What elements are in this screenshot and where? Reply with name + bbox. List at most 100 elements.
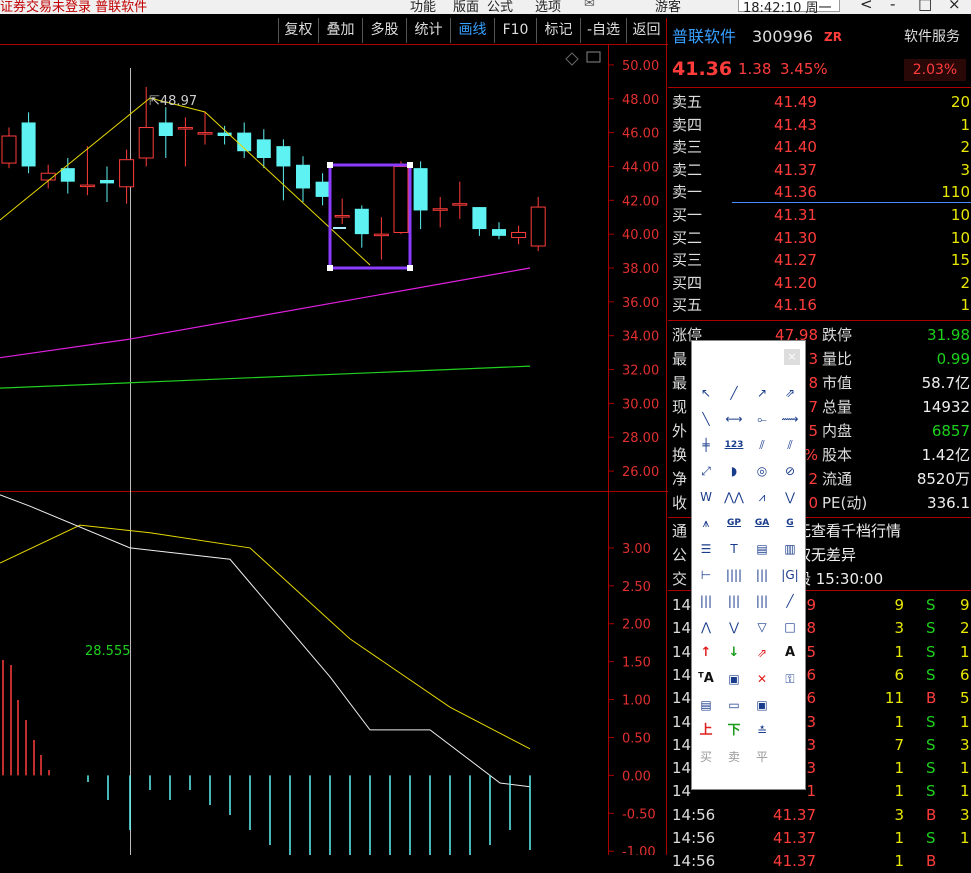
bid-row: 买三 41.27 15 — [668, 249, 971, 272]
draw-tool-icon[interactable]: ⩘ — [751, 487, 773, 507]
candle-body — [60, 168, 75, 182]
close-icon[interactable]: × — [948, 0, 961, 13]
draw-tool-icon[interactable]: 123 — [723, 435, 745, 455]
draw-tool-icon[interactable]: |G| — [779, 565, 801, 585]
back-icon[interactable]: < — [860, 0, 873, 13]
tick-row: 14:56 41.37 1 S 1 — [668, 827, 971, 850]
draw-tool-icon[interactable]: ▤ — [695, 695, 717, 715]
toolbar-button-1[interactable]: 叠加 — [318, 18, 362, 43]
draw-tool-icon[interactable]: 下 — [723, 721, 745, 741]
draw-tool-icon[interactable]: ↗ — [751, 383, 773, 403]
draw-tool-icon[interactable]: ◎ — [751, 461, 773, 481]
notice-text: 无查看千档行情 — [796, 522, 902, 540]
draw-tool-icon[interactable]: ▭ — [723, 695, 745, 715]
stats-label: 总量 — [822, 398, 853, 416]
draw-tool-icon[interactable]: ⋀⋀ — [723, 487, 745, 507]
draw-tool-icon[interactable]: ⟿ — [779, 409, 801, 429]
draw-tool-icon[interactable]: GA — [751, 513, 773, 533]
draw-tool-icon[interactable]: ⫽ — [779, 435, 801, 455]
draw-tool-icon[interactable]: |||| — [723, 565, 745, 585]
draw-tool-icon[interactable]: ▣ — [751, 695, 773, 715]
draw-tool-icon[interactable]: ⊢ — [695, 565, 717, 585]
tick-volume: 1 — [894, 852, 904, 871]
toolbar-button-8[interactable]: 返回 — [626, 18, 666, 43]
toolbar-button-0[interactable]: 复权 — [278, 18, 318, 43]
draw-tool-icon[interactable]: ⩚ — [695, 513, 717, 533]
ind-value-label: 28.555 — [85, 644, 131, 659]
draw-tool-icon[interactable]: 上 — [695, 721, 717, 741]
draw-tool-icon[interactable]: ⫽ — [751, 435, 773, 455]
draw-tool-icon[interactable]: □ — [779, 617, 801, 637]
draw-tool-icon[interactable]: ↖ — [695, 383, 717, 403]
draw-tool-icon[interactable]: ⤢ — [695, 461, 717, 481]
ind-tick-label: 0.00 — [622, 769, 651, 784]
ask-label: 卖三 — [672, 138, 703, 157]
draw-tool-icon[interactable]: ╱ — [723, 383, 745, 403]
last-price: 41.36 — [672, 58, 733, 80]
draw-tool-icon[interactable]: ⋀ — [695, 617, 717, 637]
toolbar-button-6[interactable]: 标记 — [536, 18, 580, 43]
candle-body — [177, 127, 193, 130]
draw-tool-icon[interactable]: ⚿ — [779, 669, 801, 689]
draw-tool-icon[interactable]: ⋁ — [779, 487, 801, 507]
minimize-icon[interactable]: - — [890, 0, 895, 13]
draw-tool-icon[interactable]: ╪ — [695, 435, 717, 455]
draw-tool-icon[interactable]: ▽ — [751, 617, 773, 637]
kline-chart[interactable]: 50.00 48.00 46.00 44.00 42.00 40.00 38.00 36.00… — [0, 0, 668, 855]
bid-label: 买五 — [672, 296, 703, 315]
draw-tool-icon[interactable]: T — [723, 539, 745, 559]
toolbar-button-4[interactable]: 画线 — [450, 18, 494, 43]
close-panel-icon[interactable]: × — [784, 349, 800, 365]
draw-tool-icon[interactable]: ◗ — [723, 461, 745, 481]
ind-tick-label: 1.00 — [622, 694, 651, 709]
restore-icon[interactable]: □ — [918, 0, 932, 13]
draw-tool-icon[interactable]: W — [695, 487, 717, 507]
stats-label: 最 — [672, 350, 688, 368]
draw-tool-icon[interactable]: ||| — [751, 591, 773, 611]
draw-tool-icon[interactable]: ↓ — [723, 643, 745, 663]
draw-tool-icon[interactable]: ↑ — [695, 643, 717, 663]
candle-body — [315, 181, 330, 197]
toolbar-button-3[interactable]: 统计 — [406, 18, 450, 43]
candle-body — [472, 207, 487, 230]
tick-side: S — [926, 596, 936, 614]
draw-tool-icon[interactable]: ||| — [751, 565, 773, 585]
tick-volume: 9 — [894, 596, 904, 614]
price-tick-label: 40.00 — [622, 228, 659, 243]
draw-tool-icon[interactable]: 卖 — [723, 747, 745, 767]
ask-volume: 2 — [960, 138, 970, 157]
draw-tool-icon[interactable]: A — [779, 643, 801, 663]
draw-tool-icon[interactable]: ▤ — [751, 539, 773, 559]
draw-tool-icon[interactable]: ᵀA — [695, 669, 717, 689]
draw-tool-icon[interactable]: ╱ — [779, 591, 801, 611]
draw-tool-icon[interactable]: ⊘ — [779, 461, 801, 481]
toolbar-button-7[interactable]: -自选 — [580, 18, 626, 43]
draw-tool-icon[interactable]: GP — [723, 513, 745, 533]
draw-tool-icon[interactable]: ||| — [723, 591, 745, 611]
draw-tool-icon[interactable]: 平 — [751, 747, 773, 767]
toolbar-button-2[interactable]: 多股 — [362, 18, 406, 43]
draw-tool-icon[interactable]: ▥ — [779, 539, 801, 559]
tick-time: 14:56 — [672, 852, 716, 871]
draw-tool-icon[interactable]: 买 — [695, 747, 717, 767]
draw-tool-icon[interactable]: ╲ — [695, 409, 717, 429]
tick-count: 1 — [960, 712, 970, 731]
draw-tool-icon[interactable]: ▣ — [723, 669, 745, 689]
draw-tool-icon[interactable]: ✕ — [751, 669, 773, 689]
draw-tool-icon[interactable]: ||| — [695, 591, 717, 611]
draw-tool-icon[interactable]: ⟜ — [751, 409, 773, 429]
draw-tool-icon[interactable]: ⇗ — [779, 383, 801, 403]
draw-tool-icon[interactable]: G — [779, 513, 801, 533]
drawing-tools-panel[interactable]: × ↖ ╱ ↗ ⇗ ╲ ⟷ ⟜ ⟿ ╪ 123 ⫽ ⫽ ⤢ ◗ ◎ ⊘ W ⋀⋀ ⩘ ⋁ ⩚ GP GA G ☰ T ▤ ▥ ⊢ ||||… — [691, 340, 806, 790]
toolbar-button-5[interactable]: F10 — [494, 18, 536, 43]
draw-tool-icon[interactable]: ⇗ — [751, 643, 773, 663]
tick-time: 14 — [672, 735, 692, 754]
draw-tool-icon[interactable]: ⟷ — [723, 409, 745, 429]
ask-row: 卖二 41.37 3 — [668, 159, 971, 182]
draw-tool-icon[interactable]: ≛ — [751, 721, 773, 741]
draw-tool-icon[interactable]: ☰ — [695, 539, 717, 559]
ask-price: 41.37 — [774, 160, 817, 179]
draw-tool-icon[interactable]: ⋁ — [723, 617, 745, 637]
bid-row: 买五 41.16 1 — [668, 294, 971, 317]
sector-name[interactable]: 软件服务 — [904, 24, 960, 50]
